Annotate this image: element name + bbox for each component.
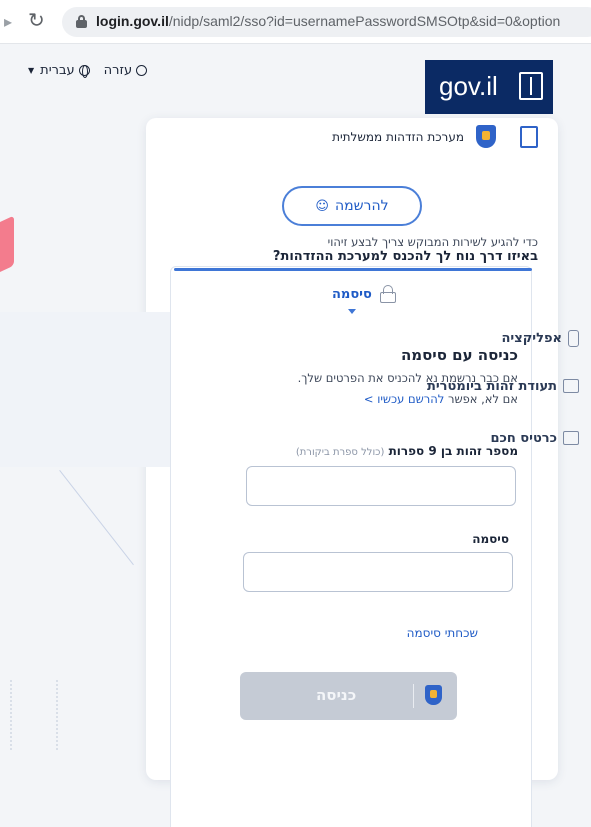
register-button[interactable]: להרשמה ☺: [282, 186, 422, 226]
add-user-icon: ☺: [315, 198, 329, 214]
globe-icon: [78, 65, 90, 78]
forgot-password-link[interactable]: שכחתי סיסמה: [407, 626, 478, 640]
tab-label: אפליקציה: [501, 330, 562, 346]
button-divider: [413, 684, 414, 708]
forward-icon[interactable]: ▸: [4, 12, 12, 31]
login-button[interactable]: כניסה: [240, 672, 457, 720]
language-selector[interactable]: עברית: [40, 63, 74, 78]
form-title: כניסה עם סיסמה: [400, 346, 518, 364]
tab-label: סיסמה: [332, 286, 372, 302]
state-emblem-icon: [520, 126, 538, 148]
help-link[interactable]: עזרה: [104, 63, 132, 78]
address-url[interactable]: login.gov.il/nidp/saml2/sso?id=usernameP…: [96, 13, 560, 29]
help-icon: [136, 65, 148, 76]
background-illustration: [10, 680, 58, 750]
smart-card-icon: [563, 431, 579, 445]
login-button-label: כניסה: [316, 686, 357, 704]
id-number-input[interactable]: [246, 466, 516, 506]
register-now-link[interactable]: להרשם עכשיו >: [364, 392, 444, 406]
form-alternative: אם לא, אפשר להרשם עכשיו >: [364, 392, 518, 406]
password-input[interactable]: [243, 552, 513, 592]
chevron-down-icon: [348, 309, 356, 314]
login-method-tabs: [0, 312, 170, 467]
phone-icon: [568, 329, 579, 347]
background-line: [59, 470, 134, 566]
alt-prefix: אם לא, אפשר: [447, 392, 518, 406]
identify-question: באיזו דרך נוח לך להכנס למערכת ההזדהות?: [272, 249, 538, 264]
logo-text: gov.il: [439, 71, 498, 101]
identify-note: כדי להגיע לשירות המבוקש צריך לבצע זיהוי: [327, 235, 538, 249]
lock-icon: [379, 285, 396, 303]
address-bar[interactable]: login.gov.il/nidp/saml2/sso?id=usernameP…: [62, 7, 591, 37]
register-label: להרשמה: [334, 198, 389, 214]
utility-nav: ▼ עברית עזרה: [28, 63, 148, 78]
tab-password[interactable]: סיסמה: [332, 285, 396, 303]
state-emblem-icon: [519, 72, 543, 100]
form-description: אם כבר נרשמת נא להכניס את הפרטים שלך.: [297, 371, 518, 385]
id-label-text: מספר זהות בן 9 ספרות: [388, 444, 518, 458]
lock-icon: [76, 15, 87, 28]
system-title: מערכת הזדהות ממשלתית: [332, 130, 464, 144]
shield-lock-icon: [476, 125, 496, 148]
browser-toolbar: ▸ ↻ login.gov.il/nidp/saml2/sso?id=usern…: [0, 0, 591, 44]
shield-lock-icon: [425, 685, 442, 705]
chevron-down-icon[interactable]: ▼: [28, 66, 34, 75]
password-field-label: סיסמה: [472, 532, 509, 546]
active-tab-indicator: [174, 268, 532, 271]
reload-icon[interactable]: ↻: [28, 8, 45, 32]
background-decoration: [0, 215, 14, 279]
id-card-icon: [563, 379, 579, 393]
gov-il-logo[interactable]: gov.il: [425, 60, 553, 114]
id-label-hint: (כולל ספרת ביקורת): [295, 447, 385, 458]
id-field-label: מספר זהות בן 9 ספרות (כולל ספרת ביקורת): [296, 444, 518, 458]
